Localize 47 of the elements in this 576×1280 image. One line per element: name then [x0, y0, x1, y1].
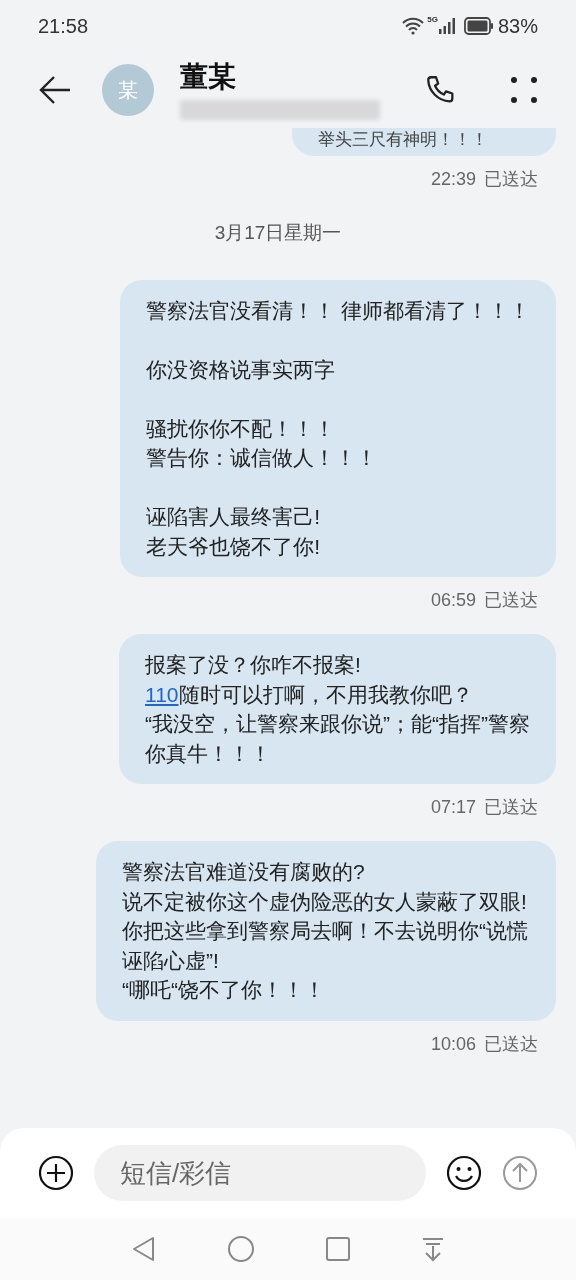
message-bubble[interactable]: 警察法官难道没有腐败的? 说不定被你这个虚伪险恶的女人蒙蔽了双眼! 你把这些拿到警察局去啊！不去说明你“说慌诬陷心虚”! “哪吒“饶不了你！！！: [96, 841, 556, 1021]
delivery-status: 已送达: [484, 1032, 538, 1056]
date-separator: 3月17日星期一: [214, 221, 343, 245]
add-attachment-button[interactable]: [38, 1155, 74, 1191]
clock-time: 21:58: [38, 14, 89, 39]
message-time: 10:06: [430, 1032, 476, 1056]
delivery-status: 已送达: [484, 589, 538, 612]
contact-name: 董某: [180, 60, 237, 94]
message-bubble[interactable]: 警察法官没看清！！ 律师都看清了！！！ 你没资格说事实两字 骚扰你你不配！！！ 警告你：诚信做人！！！ 诬陷害人最终害己! 老天爷也饶不了你!: [120, 279, 556, 577]
more-menu-button[interactable]: [510, 76, 538, 104]
delivery-status: 已送达: [484, 796, 538, 819]
message-text: 报案了没？你咋不报案!: [145, 652, 362, 678]
wifi-icon: [402, 17, 425, 35]
message-bubble[interactable]: 举头三尺有神明！！！: [292, 128, 556, 156]
recents-nav-button[interactable]: [325, 1236, 351, 1262]
message-text: 老天爷也饶不了你!: [146, 533, 321, 560]
message-text: 举头三尺有神明！！！: [318, 129, 489, 151]
message-text: 你没资格说事实两字: [146, 356, 337, 383]
message-text: 110随时可以打啊，不用我教你吧？: [145, 681, 474, 708]
message-text: 警察法官没看清！！ 律师都看清了！！！: [146, 297, 530, 324]
message-text: 你把这些拿到警察局去啊！不去说明你“说慌诬陷心虚”!: [122, 918, 529, 974]
send-button[interactable]: [502, 1155, 538, 1191]
delivery-status: 已送达: [484, 168, 538, 191]
message-text: 骚扰你你不配！！！: [146, 415, 337, 442]
message-text: 警告你：诚信做人！！！: [146, 445, 379, 471]
notification-shade-button[interactable]: [421, 1236, 445, 1262]
emoji-button[interactable]: [446, 1155, 482, 1191]
message-time: 22:39: [430, 168, 476, 191]
message-text: 诬陷害人最终害己!: [146, 504, 321, 530]
message-text: “我没空，让警察来跟你说”；能“指挥”警察: [145, 711, 530, 737]
signal-icon: [437, 17, 456, 35]
message-time: 06:59: [430, 589, 476, 612]
home-nav-button[interactable]: [227, 1235, 255, 1263]
network-label: 5G: [427, 14, 438, 26]
message-text: 你真牛！！！: [145, 740, 272, 767]
back-button[interactable]: [38, 75, 72, 105]
back-nav-button[interactable]: [131, 1235, 157, 1263]
message-text: 警察法官难道没有腐败的?: [122, 859, 366, 885]
message-time: 07:17: [430, 796, 476, 819]
contact-avatar: 某: [102, 64, 154, 116]
message-text: 说不定被你这个虚伪险恶的女人蒙蔽了双眼!: [122, 888, 528, 915]
message-input[interactable]: 短信/彩信: [94, 1145, 426, 1201]
battery-icon: [463, 17, 494, 35]
battery-level: 83%: [497, 14, 538, 39]
message-bubble[interactable]: 报案了没？你咋不报案! 110随时可以打啊，不用我教你吧？ “我没空，让警察来跟你说”；能“指挥”警察 你真牛！！！: [119, 634, 556, 784]
message-text: “哪吒“饶不了你！！！: [122, 977, 326, 1003]
phone-link[interactable]: 110: [145, 682, 179, 706]
